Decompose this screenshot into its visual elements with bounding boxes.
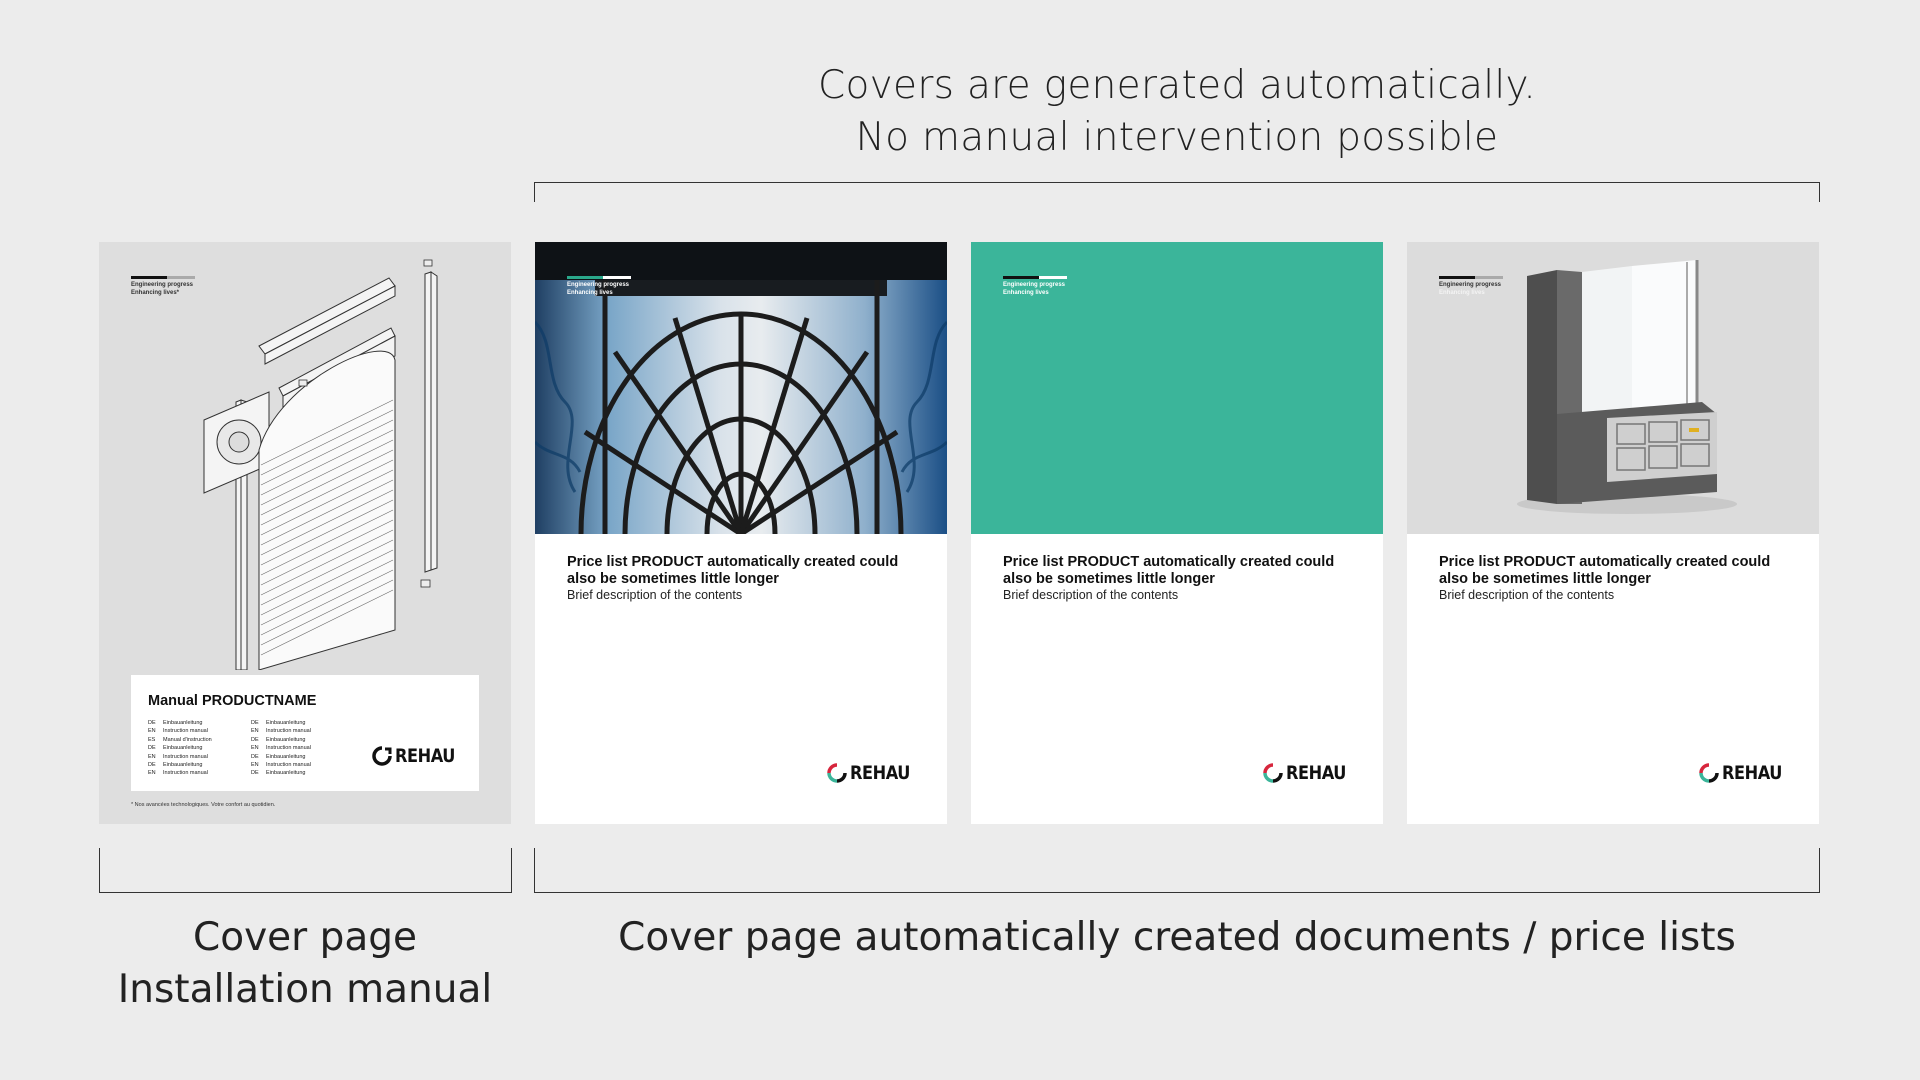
language-row: DE Einbauanleitung bbox=[148, 762, 203, 769]
language-row: DE Einbauanleitung bbox=[251, 720, 306, 726]
cover-tagline: Engineering progress Enhancing lives bbox=[1439, 274, 1503, 297]
language-row: EN Instruction manual bbox=[251, 745, 311, 752]
cover-description: Brief description of the contents bbox=[567, 588, 743, 602]
tagline-line-1: Engineering progress bbox=[567, 282, 630, 288]
cover-title: Price list PRODUCT automatically created… bbox=[1003, 554, 1335, 587]
language-row: EN Instruction manual bbox=[251, 728, 311, 735]
caption-price-lists: Cover page automatically created documen… bbox=[618, 915, 1736, 960]
language-row: EN Instruction manual bbox=[251, 762, 311, 769]
manual-title: Manual PRODUCTNAME bbox=[148, 693, 317, 709]
rehau-logo: REHAU bbox=[1263, 762, 1357, 784]
language-row: DE Einbauanleitung bbox=[251, 753, 306, 760]
cover-pricelist-green: Engineering progress Enhancing lives Pri… bbox=[971, 242, 1383, 824]
rehau-logo: REHAU bbox=[1699, 762, 1793, 784]
caption-left-line-1: Cover page bbox=[192, 915, 417, 960]
language-list-1: DE Einbauanleitung EN Instruction manual E… bbox=[148, 719, 212, 778]
cover-tagline: Engineering progress Enhancing lives bbox=[1003, 274, 1067, 297]
language-row: ES Manual d'instruction bbox=[148, 736, 212, 743]
caption-left-line-2: Installation manual bbox=[117, 967, 493, 1012]
rehau-logo-mark-icon bbox=[1263, 763, 1283, 783]
cover-description: Brief description of the contents bbox=[1003, 588, 1179, 602]
language-row: DE Einbauanleitung bbox=[251, 770, 306, 777]
bottom-bracket-left bbox=[99, 848, 512, 893]
rehau-logo: REHAU bbox=[827, 762, 921, 784]
rehau-logo-mark-icon bbox=[827, 763, 847, 783]
language-row: EN Instruction manual bbox=[148, 753, 208, 760]
tagline-bar-icon bbox=[1003, 274, 1067, 279]
cover-hero-green: Engineering progress Enhancing lives bbox=[971, 242, 1383, 534]
cover-pricelist-photo: Engineering progress Enhancing lives Pri… bbox=[535, 242, 947, 824]
tagline-line-2: Enhancing lives bbox=[1439, 290, 1485, 296]
rehau-wordmark: REHAU bbox=[850, 762, 910, 784]
rehau-logo: REHAU bbox=[372, 745, 466, 767]
language-list-2: DE Einbauanleitung EN Instruction manual D… bbox=[251, 719, 311, 778]
language-row: DE Einbauanleitung bbox=[251, 736, 306, 743]
headline-line-2: No manual intervention possible bbox=[855, 115, 1499, 160]
rehau-logo-mark-icon bbox=[372, 746, 392, 766]
language-row: EN Instruction manual bbox=[148, 728, 208, 735]
tagline-line-1: Engineering progress bbox=[1003, 282, 1066, 288]
headline: Covers are generated automatically. No m… bbox=[534, 60, 1820, 164]
cover-hero-window: Engineering progress Enhancing lives bbox=[1407, 242, 1819, 534]
rehau-wordmark: REHAU bbox=[1286, 762, 1346, 784]
tagline-line-2: Enhancing lives bbox=[1003, 290, 1049, 296]
cover-title: Price list PRODUCT automatically created… bbox=[567, 554, 899, 587]
footnote: * Nos avancées technologiques. Votre con… bbox=[131, 802, 276, 808]
top-bracket bbox=[534, 182, 1820, 202]
manual-title-box: Manual PRODUCTNAME DE Einbauanleitung EN I… bbox=[131, 675, 479, 791]
bottom-bracket-right bbox=[534, 848, 1820, 893]
headline-line-1: Covers are generated automatically. bbox=[817, 63, 1537, 108]
tagline-line-1: Engineering progress bbox=[1439, 282, 1502, 288]
cover-tagline: Engineering progress Enhancing lives bbox=[567, 274, 631, 297]
caption-installation-manual: Cover page Installation manual bbox=[99, 912, 511, 1016]
cover-hero-photo: Engineering progress Enhancing lives bbox=[535, 242, 947, 534]
rehau-logo-mark-icon bbox=[1699, 763, 1719, 783]
cover-title: Price list PRODUCT automatically created… bbox=[1439, 554, 1771, 587]
rehau-wordmark: REHAU bbox=[1722, 762, 1782, 784]
language-row: DE Einbauanleitung bbox=[148, 720, 203, 726]
tagline-bar-icon bbox=[567, 274, 631, 279]
rehau-wordmark: REHAU bbox=[395, 745, 455, 767]
cover-description: Brief description of the contents bbox=[1439, 588, 1615, 602]
language-row: EN Instruction manual bbox=[148, 770, 208, 777]
tagline-line-2: Enhancing lives bbox=[567, 290, 613, 296]
cover-pricelist-window: Engineering progress Enhancing lives Pri… bbox=[1407, 242, 1819, 824]
cover-installation-manual: Engineering progress Enhancing lives* Ma… bbox=[99, 242, 511, 824]
language-row: DE Einbauanleitung bbox=[148, 745, 203, 752]
roller-shutter-illustration bbox=[203, 259, 438, 670]
tagline-bar-icon bbox=[1439, 274, 1503, 279]
